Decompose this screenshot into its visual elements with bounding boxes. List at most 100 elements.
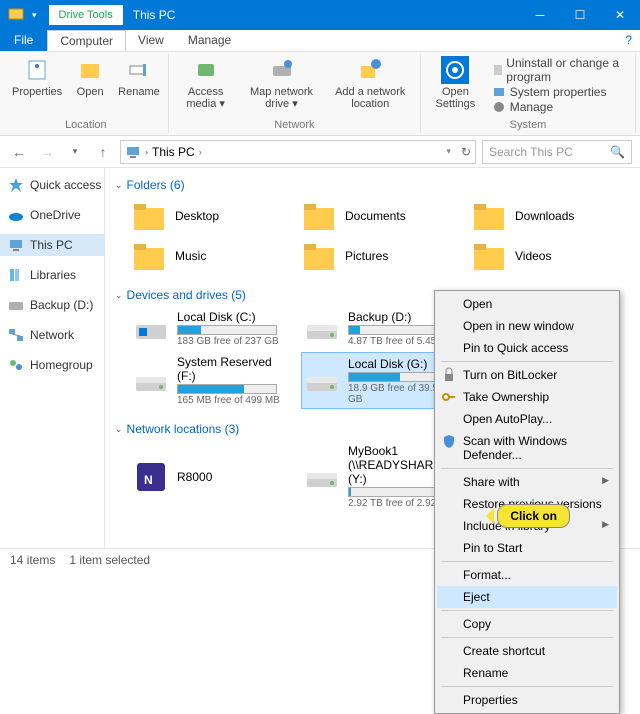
context-separator	[441, 686, 613, 687]
context-item-label: Pin to Start	[463, 541, 522, 555]
context-item-label: Scan with Windows Defender...	[463, 434, 609, 462]
drive-tools-tab[interactable]: Drive Tools	[49, 5, 123, 25]
folders-section-header[interactable]: ⌄Folders (6)	[115, 174, 630, 196]
location-group-label: Location	[65, 119, 107, 133]
context-item[interactable]: Create shortcut	[437, 640, 617, 662]
drive-icon	[304, 311, 340, 347]
network-group-label: Network	[274, 119, 314, 133]
drive-free-text: 165 MB free of 499 MB	[177, 395, 284, 406]
drive-item[interactable]: Local Disk (C:)183 GB free of 237 GB	[131, 308, 286, 349]
status-selection: 1 item selected	[69, 553, 150, 567]
drive-icon	[304, 363, 340, 399]
context-separator	[441, 361, 613, 362]
manage-button[interactable]: Manage	[492, 100, 627, 114]
folder-item[interactable]: Documents	[301, 198, 451, 234]
status-item-count: 14 items	[10, 553, 55, 567]
computer-tab[interactable]: Computer	[47, 30, 126, 51]
capacity-bar	[348, 487, 448, 497]
sidebar-item-onedrive[interactable]: OneDrive	[0, 204, 104, 226]
up-button[interactable]: ↑	[92, 141, 114, 163]
drive-free-text: 183 GB free of 237 GB	[177, 336, 279, 347]
folder-label: Music	[175, 249, 206, 263]
context-item[interactable]: Copy	[437, 613, 617, 635]
context-item-label: Turn on BitLocker	[463, 368, 557, 382]
search-input[interactable]: Search This PC 🔍	[482, 140, 632, 164]
sidebar-item-quick-access[interactable]: Quick access	[0, 174, 104, 196]
minimize-button[interactable]: ─	[520, 0, 560, 30]
context-item[interactable]: Properties	[437, 689, 617, 711]
map-drive-button[interactable]: Map network drive ▾	[241, 54, 323, 112]
annotation-callout: Click on	[497, 504, 570, 528]
context-item[interactable]: Open in new window	[437, 315, 617, 337]
sidebar-item-homegroup[interactable]: Homegroup	[0, 354, 104, 376]
context-item[interactable]: Open AutoPlay...	[437, 408, 617, 430]
window-title: This PC	[133, 8, 176, 22]
capacity-bar	[177, 325, 277, 335]
view-tab[interactable]: View	[126, 30, 176, 51]
drive-label: R8000	[177, 470, 212, 484]
uninstall-button[interactable]: Uninstall or change a program	[492, 56, 627, 84]
forward-button[interactable]: →	[36, 141, 58, 163]
folder-item[interactable]: Pictures	[301, 238, 451, 274]
open-settings-button[interactable]: Open Settings	[425, 54, 486, 116]
folder-item[interactable]: Downloads	[471, 198, 621, 234]
properties-button[interactable]: Properties	[8, 54, 66, 100]
drive-icon	[133, 311, 169, 347]
folder-icon	[131, 198, 167, 234]
file-menu[interactable]: File	[0, 30, 47, 51]
context-item[interactable]: Format...	[437, 564, 617, 586]
help-icon[interactable]: ?	[617, 30, 640, 51]
sidebar-item-network[interactable]: Network	[0, 324, 104, 346]
open-button[interactable]: Open	[68, 54, 112, 100]
context-item-label: Open	[463, 297, 492, 311]
folder-label: Pictures	[345, 249, 388, 263]
submenu-arrow-icon: ▶	[602, 475, 609, 489]
sidebar: Quick access OneDrive This PC Libraries …	[0, 168, 105, 548]
folder-item[interactable]: Desktop	[131, 198, 281, 234]
dropdown-icon[interactable]: ▾	[32, 10, 37, 21]
context-item[interactable]: Pin to Quick access	[437, 337, 617, 359]
capacity-bar	[177, 384, 277, 394]
refresh-icon[interactable]: ↻	[461, 145, 471, 159]
context-item-label: Share with	[463, 475, 520, 489]
system-properties-button[interactable]: System properties	[492, 85, 627, 99]
rename-button[interactable]: Rename	[114, 54, 164, 100]
context-item[interactable]: Pin to Start	[437, 537, 617, 559]
sidebar-item-backup[interactable]: Backup (D:)	[0, 294, 104, 316]
context-item[interactable]: Eject	[437, 586, 617, 608]
folder-item[interactable]: Music	[131, 238, 281, 274]
folder-label: Videos	[515, 249, 551, 263]
add-network-location-button[interactable]: Add a network location	[324, 54, 416, 112]
context-item-label: Open in new window	[463, 319, 574, 333]
folder-item[interactable]: Videos	[471, 238, 621, 274]
breadcrumb[interactable]: › This PC › ▾ ↻	[120, 140, 476, 164]
drive-label: System Reserved (F:)	[177, 355, 284, 383]
context-item[interactable]: Open	[437, 293, 617, 315]
close-button[interactable]: ✕	[600, 0, 640, 30]
breadcrumb-path: This PC	[152, 145, 195, 159]
context-item-label: Take Ownership	[463, 390, 549, 404]
access-media-button[interactable]: Access media ▾	[173, 54, 239, 112]
context-item-label: Open AutoPlay...	[463, 412, 552, 426]
manage-tab[interactable]: Manage	[176, 30, 243, 51]
drive-item[interactable]: N R8000	[131, 442, 286, 511]
context-separator	[441, 468, 613, 469]
sidebar-item-libraries[interactable]: Libraries	[0, 264, 104, 286]
context-item[interactable]: Scan with Windows Defender...	[437, 430, 617, 466]
drive-icon	[133, 363, 169, 399]
drive-item[interactable]: System Reserved (F:) 165 MB free of 499 M…	[131, 353, 286, 408]
context-item[interactable]: Rename	[437, 662, 617, 684]
context-item[interactable]: Share with ▶	[437, 471, 617, 493]
recent-dropdown[interactable]: ▾	[64, 141, 86, 163]
maximize-button[interactable]: ☐	[560, 0, 600, 30]
back-button[interactable]: ←	[8, 141, 30, 163]
folder-icon	[471, 198, 507, 234]
search-icon: 🔍	[610, 145, 625, 159]
capacity-bar	[348, 325, 448, 335]
submenu-arrow-icon: ▶	[602, 519, 609, 533]
context-item[interactable]: Take Ownership	[437, 386, 617, 408]
sidebar-item-this-pc[interactable]: This PC	[0, 234, 104, 256]
context-item[interactable]: Turn on BitLocker	[437, 364, 617, 386]
drive-icon: N	[133, 459, 169, 495]
folder-label: Downloads	[515, 209, 574, 223]
